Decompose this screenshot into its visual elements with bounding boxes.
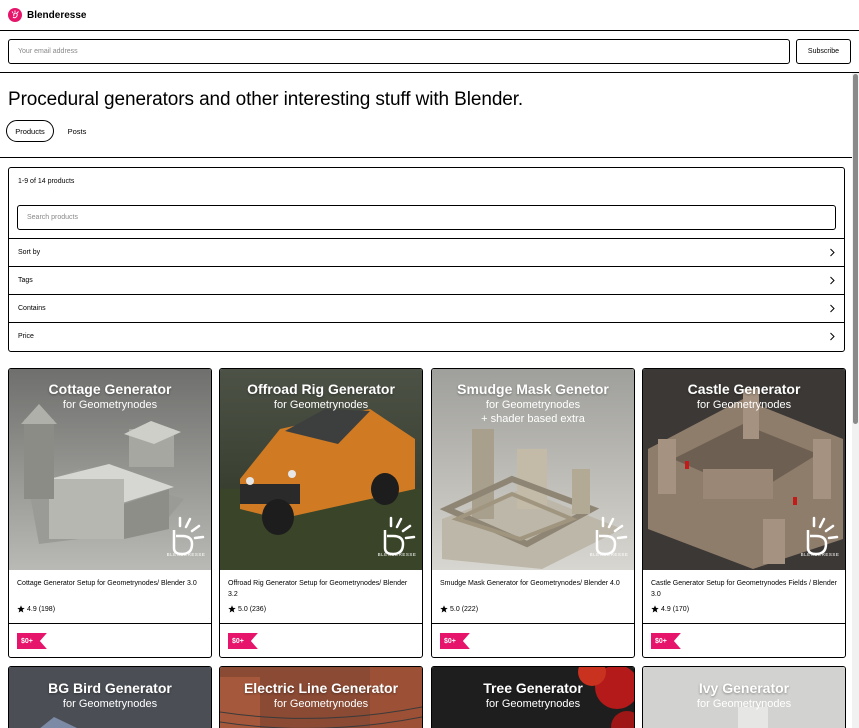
search-products-input[interactable]: Search products — [17, 205, 836, 230]
price-tag[interactable]: $0+ — [17, 633, 47, 649]
filter-price[interactable]: Price — [9, 322, 844, 350]
star-icon — [228, 605, 236, 613]
watermark-text: BLENDERESSE — [800, 552, 840, 557]
card-divider — [9, 623, 211, 624]
top-bar: Blenderesse — [0, 0, 859, 31]
thumb-subtitle: for Geometrynodes — [273, 399, 369, 411]
rating-value: 5.0 — [450, 605, 460, 613]
card-divider — [643, 623, 845, 624]
watermark-text: BLENDERESSE — [166, 552, 206, 557]
scrollbar-thumb[interactable] — [853, 74, 858, 424]
rating-value: 4.9 — [661, 605, 671, 613]
product-card-cottage-generator[interactable]: Cottage Generator for Geometrynodes BLEN… — [8, 368, 212, 658]
chevron-right-icon — [830, 276, 835, 285]
chevron-right-icon — [830, 332, 835, 341]
rating-value: 5.0 — [238, 605, 248, 613]
chevron-right-icon — [830, 248, 835, 257]
product-card-bg-bird-generator[interactable]: BG Bird Generator for Geometrynodes — [8, 666, 212, 728]
star-icon — [651, 605, 659, 613]
thumb-title: Cottage Generator — [48, 381, 172, 397]
star-icon — [17, 605, 25, 613]
tab-products[interactable]: Products — [6, 120, 54, 142]
email-field[interactable]: Your email address — [8, 39, 790, 64]
product-name[interactable]: Cottage Generator Setup for Geometrynode… — [17, 578, 205, 589]
card-divider — [432, 623, 634, 624]
brand-name[interactable]: Blenderesse — [27, 10, 86, 21]
thumb-extra: + shader based extra — [481, 413, 585, 425]
thumb-title: Tree Generator — [483, 680, 583, 696]
thumb-subtitle: for Geometrynodes — [696, 698, 792, 710]
subscribe-button[interactable]: Subscribe — [796, 39, 851, 64]
star-icon — [440, 605, 448, 613]
thumb-subtitle: for Geometrynodes — [696, 399, 792, 411]
chevron-right-icon — [830, 304, 835, 313]
watermark-text: BLENDERESSE — [589, 552, 629, 557]
product-name[interactable]: Smudge Mask Generator for Geometrynodes/… — [440, 578, 628, 589]
thumb-subtitle: for Geometrynodes — [485, 698, 581, 710]
header-divider — [0, 157, 859, 158]
rating-count: (222) — [461, 605, 479, 613]
filter-label: Contains — [18, 305, 46, 312]
thumb-subtitle: for Geometrynodes — [62, 399, 158, 411]
price-tag[interactable]: $0+ — [651, 633, 681, 649]
thumb-title: Castle Generator — [687, 381, 801, 397]
product-thumbnail[interactable]: Castle Generator for Geometrynodes BLEND… — [643, 369, 845, 570]
product-rating: 4.9 (198) — [17, 605, 55, 613]
product-thumbnail[interactable]: Smudge Mask Genetor for Geometrynodes + … — [432, 369, 634, 570]
filter-label: Price — [18, 333, 34, 340]
thumb-subtitle: for Geometrynodes — [62, 698, 158, 710]
product-card-tree-generator[interactable]: Tree Generator for Geometrynodes — [431, 666, 635, 728]
thumb-title: Electric Line Generator — [243, 680, 399, 696]
product-card-offroad-rig-generator[interactable]: Offroad Rig Generator for Geometrynodes … — [219, 368, 423, 658]
product-count: 1-9 of 14 products — [18, 178, 75, 185]
product-thumbnail[interactable]: Offroad Rig Generator for Geometrynodes … — [220, 369, 422, 570]
thumb-subtitle: for Geometrynodes — [273, 698, 369, 710]
product-card-ivy-generator[interactable]: Ivy Generator for Geometrynodes — [642, 666, 846, 728]
page-title: Procedural generators and other interest… — [8, 89, 524, 110]
filter-panel: 1-9 of 14 products Search products Sort … — [8, 167, 845, 352]
spiral-hand-logo-icon[interactable] — [8, 8, 22, 22]
thumb-title: Ivy Generator — [698, 680, 790, 696]
product-card-smudge-mask-generator[interactable]: Smudge Mask Genetor for Geometrynodes + … — [431, 368, 635, 658]
card-divider — [220, 623, 422, 624]
product-rating: 4.9 (170) — [651, 605, 689, 613]
rating-value: 4.9 — [27, 605, 37, 613]
filter-label: Sort by — [18, 249, 41, 256]
subscribe-row: Your email address Subscribe — [0, 31, 859, 73]
tab-posts[interactable]: Posts — [60, 120, 94, 142]
thumb-title: Offroad Rig Generator — [247, 381, 395, 397]
product-name[interactable]: Castle Generator Setup for Geometrynodes… — [651, 578, 839, 600]
product-rating: 5.0 (222) — [440, 605, 478, 613]
rating-count: (198) — [38, 605, 56, 613]
thumb-subtitle: for Geometrynodes — [485, 399, 581, 411]
rating-count: (170) — [672, 605, 690, 613]
filter-label: Tags — [18, 277, 33, 284]
watermark-text: BLENDERESSE — [377, 552, 417, 557]
price-tag[interactable]: $0+ — [440, 633, 470, 649]
filter-contains[interactable]: Contains — [9, 294, 844, 322]
product-card-castle-generator[interactable]: Castle Generator for Geometrynodes BLEND… — [642, 368, 846, 658]
product-card-electric-line-generator[interactable]: Electric Line Generator for Geometrynode… — [219, 666, 423, 728]
price-tag[interactable]: $0+ — [228, 633, 258, 649]
thumb-title: Smudge Mask Genetor — [457, 381, 609, 397]
product-name[interactable]: Offroad Rig Generator Setup for Geometry… — [228, 578, 416, 600]
filter-sort-by[interactable]: Sort by — [9, 238, 844, 266]
rating-count: (236) — [249, 605, 267, 613]
filter-tags[interactable]: Tags — [9, 266, 844, 294]
product-rating: 5.0 (236) — [228, 605, 266, 613]
thumb-title: BG Bird Generator — [48, 680, 172, 696]
product-thumbnail[interactable]: Cottage Generator for Geometrynodes BLEN… — [9, 369, 211, 570]
